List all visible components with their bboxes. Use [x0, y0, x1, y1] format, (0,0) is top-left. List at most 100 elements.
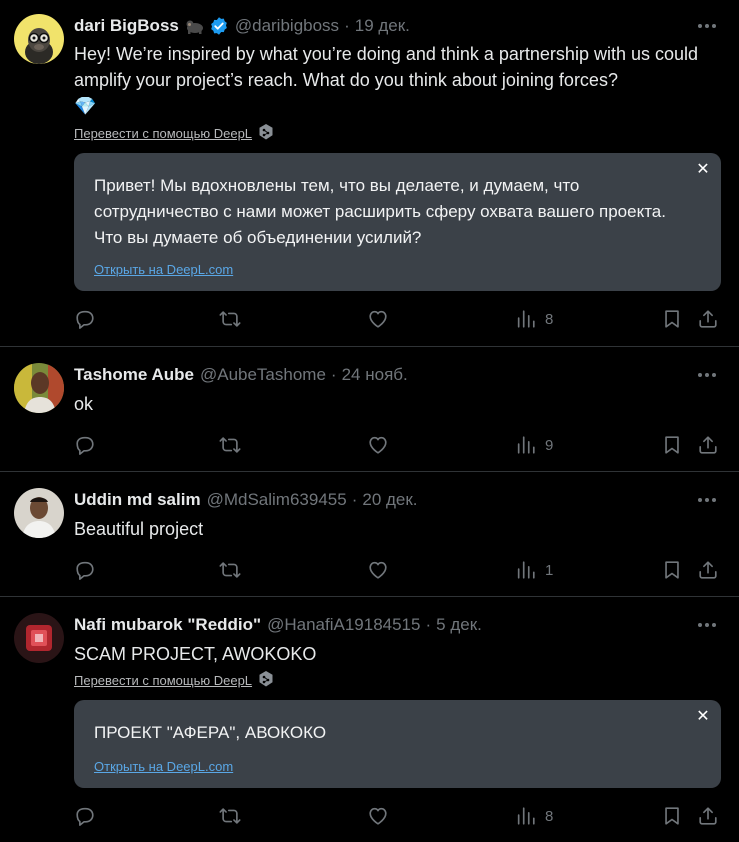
verified-icon[interactable] — [209, 16, 229, 36]
like-button[interactable] — [367, 307, 389, 331]
tweet-header: Nafi mubarok "Reddio" @HanafiA19184515 ·… — [74, 613, 669, 637]
close-icon[interactable]: ✕ — [695, 709, 711, 725]
tweet[interactable]: Nafi mubarok "Reddio" @HanafiA19184515 ·… — [0, 597, 739, 842]
retweet-button[interactable] — [219, 558, 241, 582]
bookmark-button[interactable] — [661, 307, 683, 331]
retweet-button[interactable] — [219, 433, 241, 457]
like-button[interactable] — [367, 433, 389, 457]
views-button[interactable]: 8 — [515, 307, 553, 331]
reply-button[interactable] — [74, 307, 96, 331]
deepl-icon — [258, 123, 274, 144]
close-icon[interactable]: ✕ — [695, 162, 711, 178]
reply-icon — [74, 434, 96, 456]
handle[interactable]: @AubeTashome — [200, 365, 326, 385]
handle[interactable]: @HanafiA19184515 — [267, 615, 420, 635]
translate-link[interactable]: Перевести с помощью DeepL — [74, 123, 274, 144]
separator: · — [344, 16, 350, 35]
like-icon — [367, 805, 389, 827]
retweet-button[interactable] — [219, 804, 241, 828]
bookmark-icon — [661, 559, 683, 581]
timestamp[interactable]: 5 дек. — [436, 615, 482, 635]
tweet-text: Beautiful project — [74, 519, 204, 539]
bookmark-button[interactable] — [661, 433, 683, 457]
display-name[interactable]: Uddin md salim — [74, 490, 201, 510]
separator: · — [425, 615, 432, 634]
separator: · — [330, 365, 337, 384]
like-icon — [367, 308, 389, 330]
tweet-header: Uddin md salim @MdSalim639455 · 20 дек. — [74, 488, 669, 512]
translation-text: ПРОЕКТ "АФЕРА", АВОКОКО — [94, 723, 327, 742]
share-icon — [697, 559, 719, 581]
translate-link[interactable]: Перевести с помощью DeepL — [74, 670, 274, 691]
share-button[interactable] — [697, 558, 719, 582]
translate-link-label[interactable]: Перевести с помощью DeepL — [74, 673, 252, 688]
reply-button[interactable] — [74, 433, 96, 457]
bookmark-button[interactable] — [661, 558, 683, 582]
like-button[interactable] — [367, 558, 389, 582]
share-icon — [697, 805, 719, 827]
more-icon[interactable] — [695, 14, 719, 38]
views-count: 1 — [545, 561, 554, 579]
bookmark-button[interactable] — [661, 804, 683, 828]
tweet-text: Hey! We’re inspired by what you’re doing… — [74, 41, 719, 119]
views-count: 8 — [545, 310, 554, 328]
more-icon[interactable] — [695, 488, 719, 512]
display-name[interactable]: Nafi mubarok "Reddio" — [74, 615, 261, 635]
bookmark-icon — [661, 805, 683, 827]
views-icon — [515, 559, 537, 581]
views-button[interactable]: 8 — [515, 804, 553, 828]
views-icon — [515, 308, 537, 330]
avatar[interactable] — [14, 613, 64, 663]
share-button[interactable] — [697, 804, 719, 828]
deepl-icon — [258, 670, 274, 691]
tweet-header: dari BigBoss @daribigboss · 19 дек. — [74, 14, 669, 38]
more-icon[interactable] — [695, 363, 719, 387]
reply-button[interactable] — [74, 558, 96, 582]
tweet-text: SCAM PROJECT, AWOKOKO — [74, 644, 317, 664]
avatar[interactable] — [14, 14, 64, 64]
retweet-icon — [219, 805, 241, 827]
avatar[interactable] — [14, 488, 64, 538]
like-button[interactable] — [367, 804, 389, 828]
views-icon — [515, 805, 537, 827]
tweet-header: Tashome Aube @AubeTashome · 24 нояб. — [74, 363, 669, 387]
retweet-button[interactable] — [219, 307, 241, 331]
views-icon — [515, 434, 537, 456]
reply-icon — [74, 805, 96, 827]
timestamp[interactable]: 24 нояб. — [342, 365, 408, 385]
like-icon — [367, 434, 389, 456]
retweet-icon — [219, 559, 241, 581]
tweet-actions: 1 — [74, 558, 725, 582]
tweet-actions: 8 — [74, 804, 725, 828]
more-icon[interactable] — [695, 613, 719, 637]
handle[interactable]: @daribigboss — [235, 16, 339, 36]
open-deepl-link[interactable]: Открыть на DeepL.com — [94, 262, 233, 277]
tweet[interactable]: dari BigBoss @daribigboss · 19 дек. Hey!… — [0, 0, 739, 347]
open-deepl-link[interactable]: Открыть на DeepL.com — [94, 759, 233, 774]
bookmark-icon — [661, 308, 683, 330]
display-name[interactable]: dari BigBoss — [74, 16, 179, 36]
tweet-text-content: Hey! We’re inspired by what you’re doing… — [74, 44, 699, 90]
tweet[interactable]: Uddin md salim @MdSalim639455 · 20 дек. … — [0, 472, 739, 597]
share-icon — [697, 434, 719, 456]
translation-card: Привет! Мы вдохновлены тем, что вы делае… — [74, 153, 721, 291]
translate-link-label[interactable]: Перевести с помощью DeepL — [74, 126, 252, 141]
tweet-text: ok — [74, 394, 94, 414]
timestamp[interactable]: 19 дек. — [355, 16, 410, 36]
gem-emoji: 💎 — [74, 96, 97, 116]
reply-button[interactable] — [74, 804, 96, 828]
share-button[interactable] — [697, 307, 719, 331]
share-button[interactable] — [697, 433, 719, 457]
separator: · — [351, 490, 358, 509]
timestamp[interactable]: 20 дек. — [362, 490, 417, 510]
tweet[interactable]: Tashome Aube @AubeTashome · 24 нояб. ok … — [0, 347, 739, 472]
avatar[interactable] — [14, 363, 64, 413]
handle[interactable]: @MdSalim639455 — [207, 490, 347, 510]
retweet-icon — [219, 308, 241, 330]
retweet-icon — [219, 434, 241, 456]
views-button[interactable]: 1 — [515, 558, 553, 582]
share-icon — [697, 308, 719, 330]
display-name[interactable]: Tashome Aube — [74, 365, 194, 385]
views-button[interactable]: 9 — [515, 433, 553, 457]
tweet-actions: 8 — [74, 307, 725, 331]
